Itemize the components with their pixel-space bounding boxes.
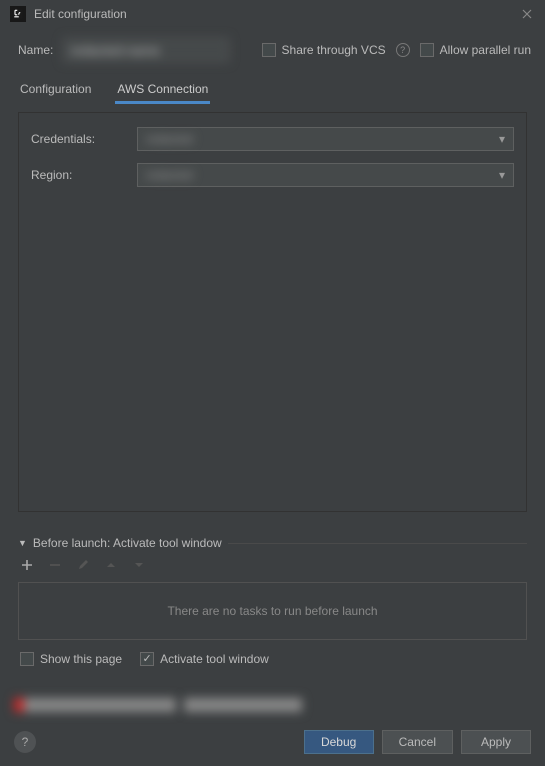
allow-parallel-checkbox[interactable]: Allow parallel run xyxy=(420,43,531,57)
empty-tasks-text: There are no tasks to run before launch xyxy=(167,604,377,618)
region-label: Region: xyxy=(31,168,137,182)
before-launch-header[interactable]: ▼ Before launch: Activate tool window xyxy=(0,536,545,550)
credentials-dropdown[interactable]: redacted ▾ xyxy=(137,127,514,151)
show-page-checkbox[interactable]: Show this page xyxy=(20,652,122,666)
edit-icon xyxy=(76,558,90,572)
activate-tool-label: Activate tool window xyxy=(160,652,269,666)
remove-icon xyxy=(48,558,62,572)
chevron-down-icon: ▾ xyxy=(499,168,505,182)
collapse-arrow-icon: ▼ xyxy=(18,538,27,548)
share-vcs-checkbox[interactable]: Share through VCS xyxy=(262,43,386,57)
apply-button[interactable]: Apply xyxy=(461,730,531,754)
before-launch-toolbar xyxy=(0,550,545,580)
error-bar xyxy=(14,698,531,712)
credentials-value: redacted xyxy=(146,132,193,146)
aws-connection-panel: Credentials: redacted ▾ Region: redacted… xyxy=(18,112,527,512)
help-button[interactable]: ? xyxy=(14,731,36,753)
debug-button[interactable]: Debug xyxy=(304,730,374,754)
checkbox-icon xyxy=(420,43,434,57)
divider xyxy=(228,543,527,544)
checkbox-checked-icon xyxy=(140,652,154,666)
help-icon[interactable]: ? xyxy=(396,43,410,57)
checkbox-icon xyxy=(262,43,276,57)
share-vcs-label: Share through VCS xyxy=(282,43,386,57)
add-icon[interactable] xyxy=(20,558,34,572)
checkbox-icon xyxy=(20,652,34,666)
region-value: redacted xyxy=(146,168,193,182)
chevron-down-icon: ▾ xyxy=(499,132,505,146)
show-page-label: Show this page xyxy=(40,652,122,666)
error-text xyxy=(14,698,176,712)
move-up-icon xyxy=(104,558,118,572)
cancel-button[interactable]: Cancel xyxy=(382,730,453,754)
name-label: Name: xyxy=(18,43,53,57)
tab-aws-connection[interactable]: AWS Connection xyxy=(115,76,210,104)
close-button[interactable] xyxy=(519,6,535,22)
name-input[interactable] xyxy=(63,38,229,62)
app-icon xyxy=(10,6,26,22)
before-launch-tasks: There are no tasks to run before launch xyxy=(18,582,527,640)
region-dropdown[interactable]: redacted ▾ xyxy=(137,163,514,187)
allow-parallel-label: Allow parallel run xyxy=(440,43,531,57)
credentials-label: Credentials: xyxy=(31,132,137,146)
move-down-icon xyxy=(132,558,146,572)
tab-bar: Configuration AWS Connection xyxy=(0,76,545,104)
tab-configuration[interactable]: Configuration xyxy=(18,76,93,104)
before-launch-title: Before launch: Activate tool window xyxy=(33,536,222,550)
error-text xyxy=(184,698,302,712)
activate-tool-checkbox[interactable]: Activate tool window xyxy=(140,652,269,666)
window-title: Edit configuration xyxy=(34,7,511,21)
